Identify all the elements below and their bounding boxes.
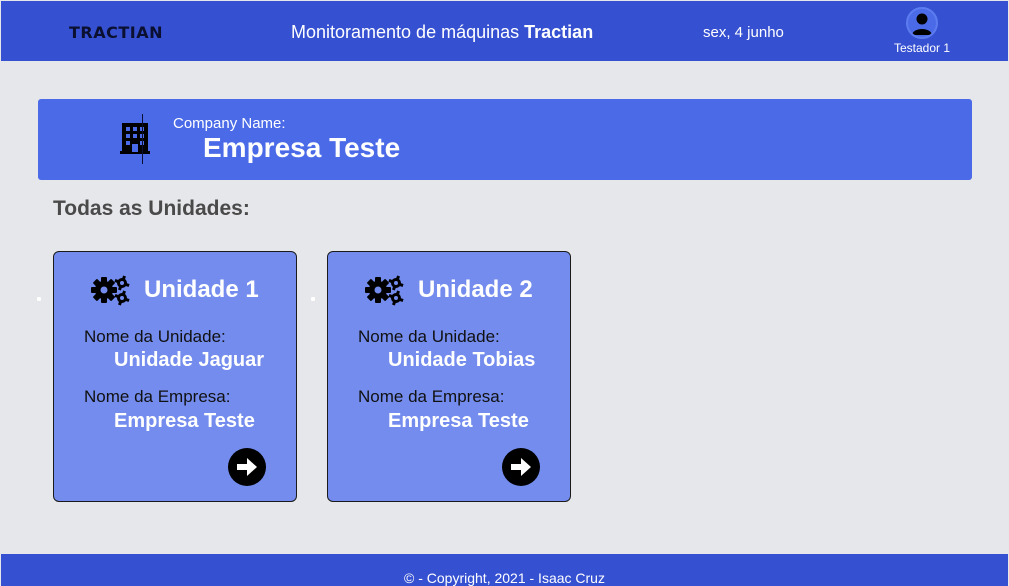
company-name-value: Empresa Teste [388,410,529,432]
units-section-title: Todas as Unidades: [53,197,250,220]
unit-name-value: Unidade Jaguar [114,349,265,371]
arrow-right-circle-icon [237,458,257,476]
list-bullet [311,297,315,301]
gears-icon [364,274,404,311]
list-bullet [37,297,41,301]
current-date: sex, 4 junho [703,24,784,41]
copyright-text: © - Copyright, 2021 - Isaac Cruz [404,570,605,586]
unit-card[interactable]: Unidade 2 Nome da Unidade: Unidade Tobia… [327,251,571,502]
unit-card[interactable]: Unidade 1 Nome da Unidade: Unidade Jagua… [53,251,297,502]
gears-icon [90,274,130,311]
top-navbar: TRACTIAN Monitoramento de máquinas Tract… [1,1,1008,61]
unit-title: Unidade 2 [418,276,533,303]
banner-divider [142,114,143,164]
user-name[interactable]: Testador 1 [886,41,958,55]
company-banner: Company Name: Empresa Teste [38,99,972,180]
company-name: Empresa Teste [203,132,401,163]
company-label: Company Name: [173,115,286,132]
company-name-label: Nome da Empresa: [358,387,505,406]
open-unit-button[interactable] [502,448,540,486]
app-title: Monitoramento de máquinas Tractian [291,22,593,43]
unit-name-value: Unidade Tobias [388,349,536,371]
company-name-label: Nome da Empresa: [84,387,231,406]
app-title-brand: Tractian [524,22,594,42]
user-avatar-icon[interactable] [906,7,938,39]
app-title-prefix: Monitoramento de máquinas [291,22,520,42]
unit-name-label: Nome da Unidade: [358,327,500,346]
company-name-value: Empresa Teste [114,410,255,432]
page-footer: © - Copyright, 2021 - Isaac Cruz [1,554,1008,586]
open-unit-button[interactable] [228,448,266,486]
arrow-right-circle-icon [511,458,531,476]
unit-name-label: Nome da Unidade: [84,327,226,346]
building-icon [120,121,150,160]
unit-title: Unidade 1 [144,276,259,303]
user-menu[interactable]: Testador 1 [886,7,958,55]
tractian-logo[interactable]: TRACTIAN [69,23,163,42]
